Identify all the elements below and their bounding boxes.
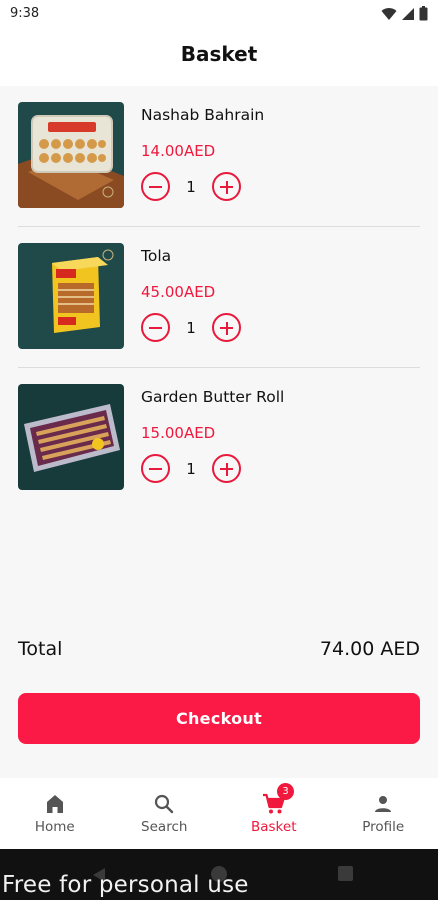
quantity-stepper: 1 (141, 172, 241, 201)
nav-label-profile: Profile (362, 819, 405, 835)
recent-apps-icon[interactable] (338, 866, 353, 881)
quantity-value: 1 (186, 318, 196, 337)
item-price: 14.00AED (141, 142, 216, 160)
nav-label-basket: Basket (250, 819, 297, 835)
item-name: Garden Butter Roll (141, 388, 285, 406)
watermark: Free for personal use (2, 872, 249, 898)
quantity-value: 1 (186, 459, 196, 478)
status-icons (381, 6, 428, 21)
product-image-garden-butter-roll[interactable] (18, 384, 124, 490)
wifi-icon (381, 7, 397, 20)
checkout-button[interactable]: Checkout (18, 693, 420, 744)
profile-icon (375, 796, 392, 812)
item-price: 15.00AED (141, 424, 216, 442)
minus-icon (149, 468, 162, 470)
quantity-stepper: 1 (141, 454, 241, 483)
header: Basket (0, 28, 438, 86)
basket-list: Nashab Bahrain 14.00AED 1 Tola 45.00AED … (0, 86, 438, 509)
bottom-navigation: Home Search 3 Basket Profile (0, 778, 438, 849)
minus-icon (149, 327, 162, 329)
decrease-quantity-button[interactable] (141, 172, 170, 201)
home-icon (46, 795, 63, 813)
increase-quantity-button[interactable] (212, 454, 241, 483)
basket-item: Garden Butter Roll 15.00AED 1 (0, 368, 438, 509)
battery-icon (419, 6, 428, 21)
nav-item-profile[interactable]: Profile (329, 778, 438, 849)
cellular-signal-icon (402, 7, 414, 20)
status-time: 9:38 (10, 6, 40, 21)
minus-icon (149, 186, 162, 188)
total-row: Total 74.00 AED (18, 636, 420, 664)
item-name: Tola (141, 247, 172, 265)
nav-item-home[interactable]: Home (0, 778, 110, 849)
quantity-value: 1 (186, 177, 196, 196)
item-name: Nashab Bahrain (141, 106, 265, 124)
decrease-quantity-button[interactable] (141, 454, 170, 483)
basket-item: Tola 45.00AED 1 (0, 227, 438, 368)
search-icon (155, 794, 174, 814)
nav-label-home: Home (34, 819, 75, 835)
nav-label-search: Search (141, 819, 188, 835)
decrease-quantity-button[interactable] (141, 313, 170, 342)
product-image-nashab-bahrain[interactable] (18, 102, 124, 208)
basket-item: Nashab Bahrain 14.00AED 1 (0, 86, 438, 227)
product-image-tola[interactable] (18, 243, 124, 349)
nav-item-search[interactable]: Search (110, 778, 220, 849)
increase-quantity-button[interactable] (212, 313, 241, 342)
status-bar: 9:38 (0, 0, 438, 28)
nav-item-basket[interactable]: 3 Basket (219, 778, 329, 849)
cart-count-badge: 3 (277, 783, 294, 800)
item-price: 45.00AED (141, 283, 216, 301)
total-amount: 74.00 AED (319, 638, 420, 660)
increase-quantity-button[interactable] (212, 172, 241, 201)
quantity-stepper: 1 (141, 313, 241, 342)
page-title: Basket (180, 42, 258, 66)
total-label: Total (18, 638, 63, 660)
